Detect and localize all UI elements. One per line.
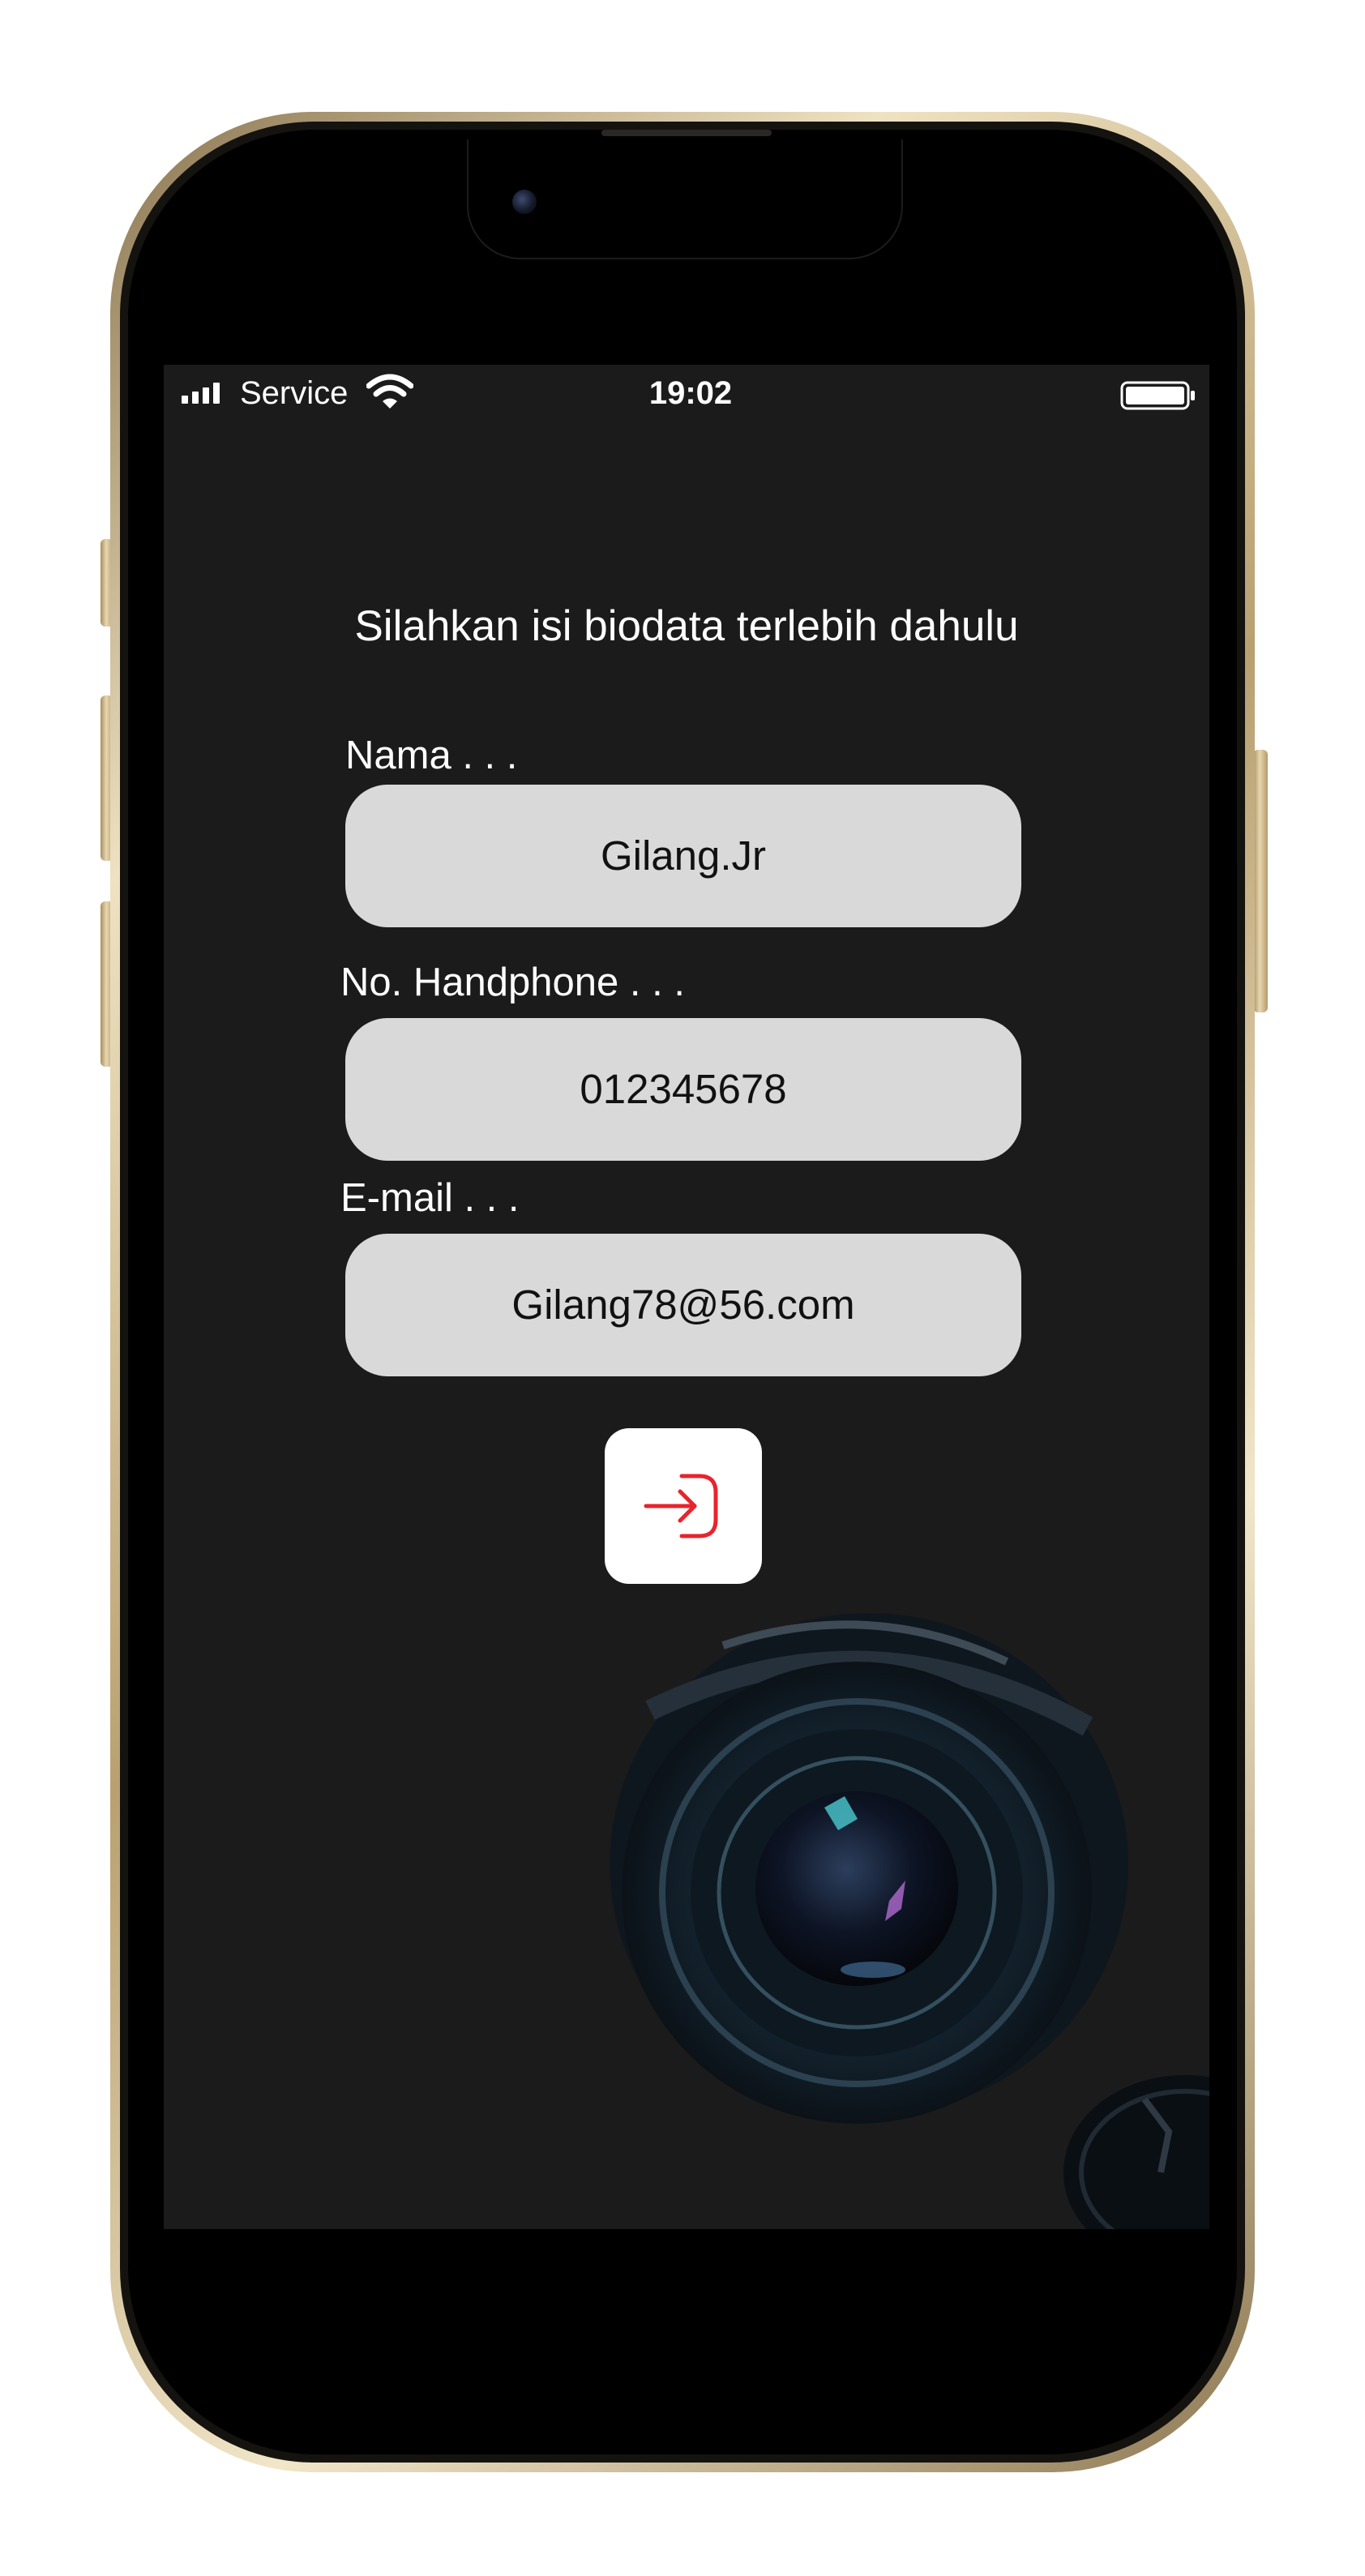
email-value: Gilang78@56.com (511, 1282, 855, 1328)
power-button (1253, 750, 1268, 1012)
wifi-icon (366, 374, 413, 409)
status-bar: Service 19:02 (164, 365, 1209, 421)
app-screen: Service 19:02 Silahkan isi biodata terle… (164, 365, 1209, 2229)
form-prompt: Silahkan isi biodata terlebih dahulu (354, 602, 1019, 650)
phone-value: 012345678 (580, 1066, 787, 1112)
status-time: 19:02 (648, 375, 733, 411)
email-label: E-mail . . . (340, 1176, 520, 1220)
name-field[interactable]: Gilang.Jr (345, 785, 1021, 927)
signal-icon (182, 383, 220, 404)
login-icon (644, 1474, 718, 1538)
earpiece-speaker (601, 130, 772, 136)
phone-field[interactable]: 012345678 (345, 1018, 1021, 1161)
email-field[interactable]: Gilang78@56.com (345, 1234, 1021, 1376)
carrier-name: Service (240, 375, 349, 411)
battery-icon (1120, 381, 1195, 410)
mockup-stage: Service 19:02 Silahkan isi biodata terle… (0, 0, 1365, 2576)
front-camera-icon (512, 190, 537, 214)
submit-button[interactable] (605, 1428, 762, 1584)
name-value: Gilang.Jr (600, 832, 767, 879)
camera-lens-photo (610, 1613, 1209, 2229)
name-label: Nama . . . (345, 734, 518, 777)
phone-label: No. Handphone . . . (340, 961, 685, 1004)
